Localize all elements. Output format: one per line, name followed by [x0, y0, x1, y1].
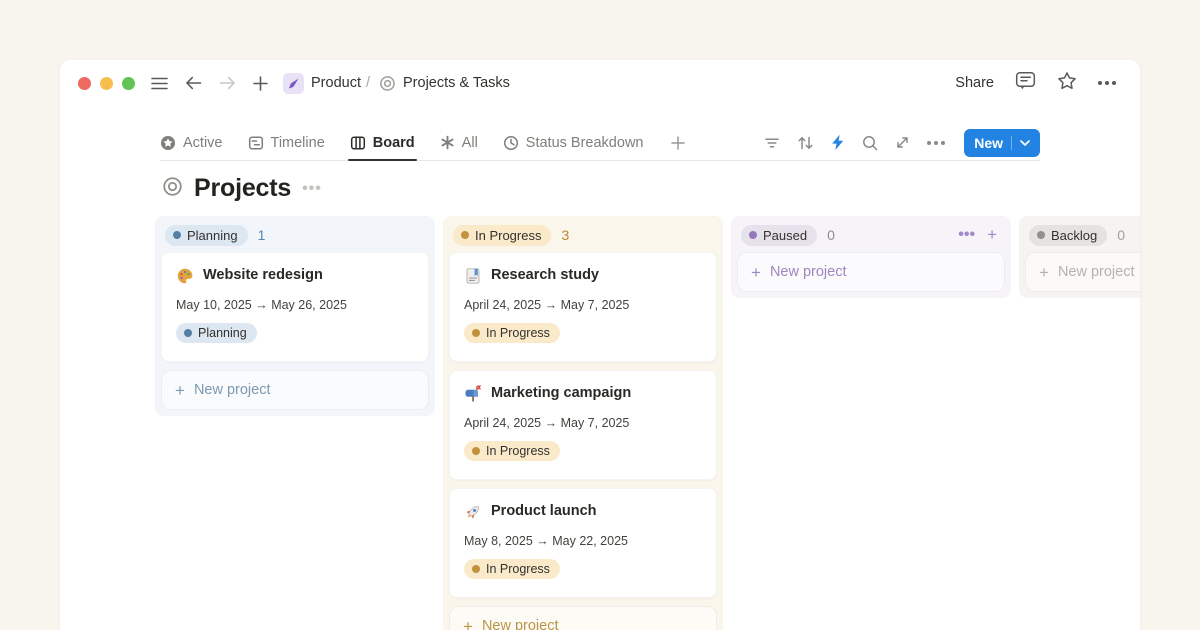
title-more-icon[interactable]: •••	[302, 180, 322, 198]
tab-all[interactable]: All	[440, 125, 478, 160]
column-count: 0	[1117, 227, 1125, 243]
breadcrumb-separator: /	[366, 75, 370, 91]
titlebar: Product / Projects & Tasks Share	[60, 60, 1140, 106]
plus-icon: +	[1039, 264, 1049, 281]
status-dot	[461, 231, 469, 239]
favorite-star-icon[interactable]	[1057, 71, 1077, 96]
card-status-badge: In Progress	[464, 441, 560, 461]
status-dot	[749, 231, 757, 239]
app-window: Product / Projects & Tasks Share Active	[60, 60, 1140, 630]
new-project-button[interactable]: + New project	[1025, 252, 1140, 292]
status-pill-backlog[interactable]: Backlog	[1029, 225, 1107, 246]
kanban-board: Planning 1 Website redesign May 10, 2025…	[155, 216, 1140, 630]
card-date-range: April 24, 2025 → May 7, 2025	[464, 298, 702, 312]
card-date-range: May 10, 2025 → May 26, 2025	[176, 298, 414, 312]
status-dot	[1037, 231, 1045, 239]
tab-board[interactable]: Board	[350, 125, 415, 160]
expand-icon[interactable]	[895, 135, 910, 150]
status-pill-in-progress[interactable]: In Progress	[453, 225, 551, 246]
new-page-plus-icon[interactable]	[253, 76, 268, 91]
target-icon	[379, 75, 396, 92]
project-card-product-launch[interactable]: Product launch May 8, 2025 → May 22, 202…	[449, 488, 717, 598]
card-date-range: May 8, 2025 → May 22, 2025	[464, 534, 702, 548]
search-icon[interactable]	[862, 135, 878, 151]
breadcrumb-page[interactable]: Projects & Tasks	[403, 75, 510, 91]
close-window-button[interactable]	[78, 77, 91, 90]
new-project-button[interactable]: + New project	[737, 252, 1005, 292]
view-more-icon[interactable]	[927, 141, 945, 145]
project-card-marketing-campaign[interactable]: Marketing campaign April 24, 2025 → May …	[449, 370, 717, 480]
share-button[interactable]: Share	[955, 75, 994, 91]
clock-icon	[503, 135, 519, 151]
board-column-in-progress: In Progress 3 Research study April 24, 2…	[443, 216, 723, 630]
breadcrumb-workspace[interactable]: Product	[311, 75, 361, 91]
board-icon	[350, 135, 366, 151]
workspace-icon[interactable]	[283, 73, 304, 94]
timeline-icon	[248, 135, 264, 151]
tab-timeline[interactable]: Timeline	[248, 125, 325, 160]
new-button[interactable]: New	[964, 129, 1040, 157]
board-column-planning: Planning 1 Website redesign May 10, 2025…	[155, 216, 435, 416]
view-tabbar: Active Timeline Board All Status Breakdo…	[160, 125, 1040, 161]
minimize-window-button[interactable]	[100, 77, 113, 90]
new-project-button[interactable]: + New project	[161, 370, 429, 410]
new-project-button[interactable]: + New project	[449, 606, 717, 630]
column-add-icon[interactable]: +	[987, 225, 997, 245]
column-more-icon[interactable]: •••	[958, 226, 975, 244]
plus-icon: +	[751, 264, 761, 281]
tab-active[interactable]: Active	[160, 125, 223, 160]
rocket-icon	[464, 503, 482, 521]
asterisk-icon	[440, 135, 455, 150]
comment-icon[interactable]	[1015, 71, 1036, 96]
plus-icon: +	[463, 618, 473, 630]
column-count: 3	[561, 227, 569, 243]
page-title: Projects	[194, 174, 291, 203]
status-pill-planning[interactable]: Planning	[165, 225, 248, 246]
back-icon[interactable]	[185, 76, 202, 90]
plus-icon: +	[175, 382, 185, 399]
card-date-range: April 24, 2025 → May 7, 2025	[464, 416, 702, 430]
status-pill-paused[interactable]: Paused	[741, 225, 817, 246]
chevron-down-icon	[1020, 140, 1030, 146]
card-status-badge: In Progress	[464, 323, 560, 343]
card-status-badge: In Progress	[464, 559, 560, 579]
zoom-window-button[interactable]	[122, 77, 135, 90]
tab-status-breakdown[interactable]: Status Breakdown	[503, 125, 644, 160]
star-circle-icon	[160, 135, 176, 151]
mailbox-icon	[464, 385, 482, 403]
palette-icon	[176, 267, 194, 285]
traffic-lights	[78, 77, 135, 90]
column-count: 1	[258, 227, 266, 243]
board-column-paused: Paused 0 ••• + + New project	[731, 216, 1011, 298]
status-dot	[173, 231, 181, 239]
hamburger-icon[interactable]	[151, 77, 168, 90]
board-column-backlog: Backlog 0 + New project	[1019, 216, 1140, 298]
forward-icon[interactable]	[219, 76, 236, 90]
card-status-badge: Planning	[176, 323, 257, 343]
project-card-research-study[interactable]: Research study April 24, 2025 → May 7, 2…	[449, 252, 717, 362]
automation-icon[interactable]	[831, 134, 845, 151]
more-icon[interactable]	[1098, 81, 1116, 85]
add-view-button[interactable]	[671, 125, 685, 160]
column-count: 0	[827, 227, 835, 243]
page-target-icon	[162, 176, 183, 202]
sort-icon[interactable]	[797, 135, 814, 151]
project-card-website-redesign[interactable]: Website redesign May 10, 2025 → May 26, …	[161, 252, 429, 362]
bookmark-tabs-icon	[464, 267, 482, 285]
filter-icon[interactable]	[764, 135, 780, 151]
